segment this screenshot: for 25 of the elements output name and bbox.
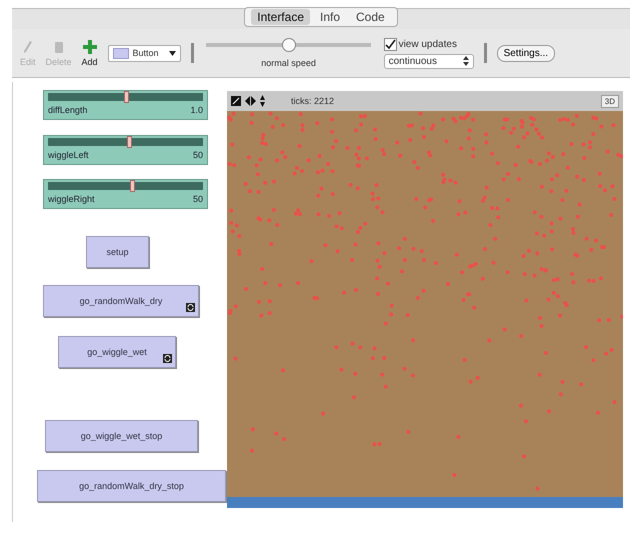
- plus-icon: [82, 40, 97, 54]
- tab[interactable]: Info: [314, 9, 346, 25]
- slider[interactable]: wiggleRight 50: [43, 179, 208, 209]
- slider[interactable]: wiggleLeft 50: [43, 135, 208, 165]
- widget-type-dropdown[interactable]: Button: [108, 44, 181, 62]
- slider[interactable]: diffLength 1.0: [43, 90, 208, 120]
- model-button[interactable]: go_randomWalk_dry: [43, 285, 199, 317]
- update-mode-select[interactable]: continuous: [384, 54, 474, 68]
- checkbox[interactable]: [384, 38, 397, 50]
- model-button[interactable]: go_wiggle_wet: [58, 336, 176, 368]
- settings-button[interactable]: Settings...: [496, 44, 556, 62]
- model-button[interactable]: go_randomWalk_dry_stop: [37, 470, 226, 502]
- tab[interactable]: Interface: [251, 9, 310, 25]
- stepper-icon: [462, 56, 469, 66]
- model-button[interactable]: go_wiggle_wet_stop: [45, 420, 198, 452]
- trash-icon: [54, 40, 64, 54]
- add-button[interactable]: Add: [82, 40, 98, 66]
- 3d-button[interactable]: 3D: [600, 94, 619, 108]
- speed-label: normal speed: [261, 58, 316, 68]
- model-button[interactable]: setup: [86, 236, 149, 268]
- tab[interactable]: Code: [350, 9, 391, 25]
- pencil-icon: [22, 40, 33, 54]
- checkbox-label: view updates: [398, 38, 457, 50]
- caret-icon: [168, 50, 176, 56]
- ticks-counter: ticks: 2212: [291, 96, 334, 106]
